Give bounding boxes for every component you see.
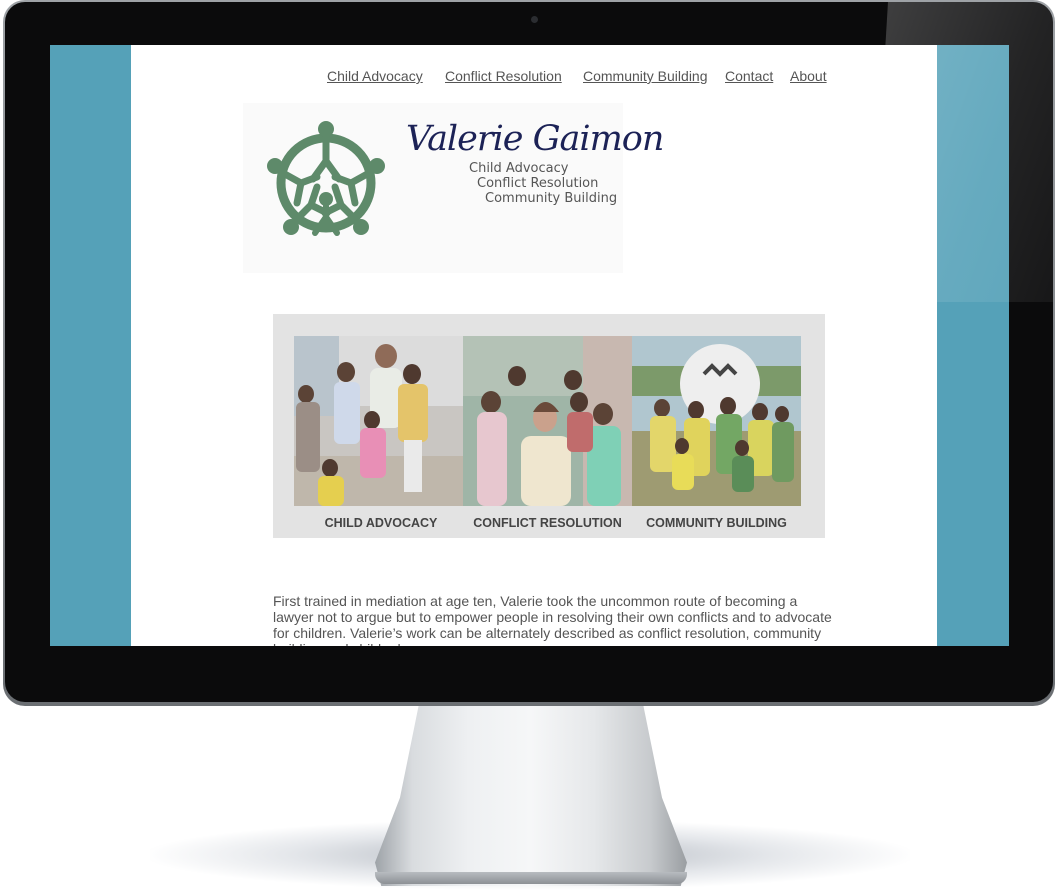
community-building-label[interactable]: COMMUNITY BUILDING [632, 516, 801, 530]
conflict-resolution-photo[interactable] [463, 336, 632, 506]
nav-link-child-advocacy[interactable]: Child Advocacy [327, 68, 423, 84]
feature-strip: CHILD ADVOCACY CONFLICT RESOLUTION COMMU… [273, 314, 825, 538]
site-logo[interactable]: Valerie Gaimon Child Advocacy Conflict R… [243, 103, 664, 273]
monitor-screen: Child Advocacy Conflict Resolution Commu… [50, 45, 1009, 646]
nav-link-contact[interactable]: Contact [725, 68, 773, 84]
webpage: Child Advocacy Conflict Resolution Commu… [131, 45, 937, 646]
nav-link-community-building[interactable]: Community Building [583, 68, 708, 84]
nav-link-about[interactable]: About [790, 68, 827, 84]
child-advocacy-photo[interactable] [294, 336, 463, 506]
monitor-stand [375, 690, 687, 886]
logo-tagline-1: Child Advocacy [469, 161, 569, 176]
camera-icon [531, 16, 538, 23]
logo-tagline-3: Community Building [485, 191, 618, 206]
logo-name: Valerie Gaimon [406, 119, 664, 159]
conflict-resolution-label[interactable]: CONFLICT RESOLUTION [463, 516, 632, 530]
top-navigation: Child Advocacy Conflict Resolution Commu… [131, 68, 937, 88]
intro-paragraph: First trained in mediation at age ten, V… [273, 593, 832, 646]
logo-tagline-2: Conflict Resolution [477, 176, 599, 191]
child-advocacy-label[interactable]: CHILD ADVOCACY [294, 516, 468, 530]
children-circle-logo-icon [267, 121, 385, 236]
nav-link-conflict-resolution[interactable]: Conflict Resolution [445, 68, 562, 84]
community-building-photo[interactable] [632, 336, 801, 506]
monitor-stand-foot [375, 872, 687, 884]
